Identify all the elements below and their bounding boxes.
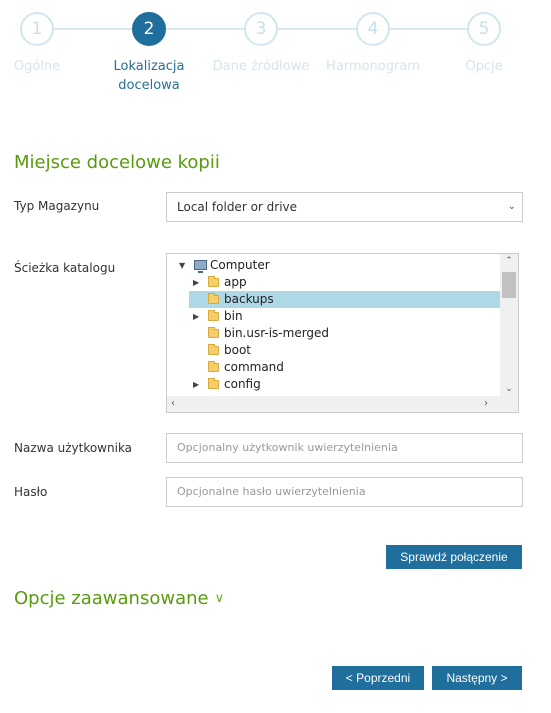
tree-item[interactable]: ▶ config <box>189 376 500 393</box>
step-label: Harmonogram <box>326 59 420 74</box>
step-label: Opcje <box>465 59 503 74</box>
step-number: 1 <box>20 12 54 46</box>
advanced-options-toggle[interactable]: Opcje zaawansowane ∨ <box>14 588 224 609</box>
section-title: Miejsce docelowe kopii <box>14 152 220 173</box>
username-input[interactable]: Opcjonalny użytkownik uwierzytelnienia <box>166 433 523 463</box>
tree-item-label: boot <box>224 343 252 357</box>
tree-item-label: command <box>224 360 284 374</box>
tree-item[interactable]: command <box>189 359 500 376</box>
collapsed-arrow-icon[interactable]: ▶ <box>193 274 199 291</box>
step-number: 3 <box>244 12 278 46</box>
vertical-scrollbar[interactable]: ⌃ ⌄ <box>500 254 518 396</box>
tree-item-label: bin <box>224 309 243 323</box>
password-placeholder: Opcjonalne hasło uwierzytelnienia <box>177 485 366 498</box>
storage-type-value: Local folder or drive <box>177 200 298 214</box>
tree-content: ▼ Computer ▶ app backups ▶ bin bin.usr-i… <box>167 254 500 396</box>
directory-tree[interactable]: ▼ Computer ▶ app backups ▶ bin bin.usr-i… <box>166 253 519 413</box>
scroll-up-icon[interactable]: ⌃ <box>500 256 518 266</box>
wizard-stepper: 1 Ogólne 2 Lokalizacja docelowa 3 Dane ź… <box>0 0 551 110</box>
tree-item[interactable]: ▶ app <box>189 274 500 291</box>
tree-item[interactable]: boot <box>189 342 500 359</box>
next-button[interactable]: Następny > <box>432 666 522 690</box>
password-label: Hasło <box>14 485 48 499</box>
folder-icon <box>208 310 219 321</box>
scrollbar-corner <box>500 396 518 412</box>
folder-icon <box>208 293 219 304</box>
folder-icon <box>208 361 219 372</box>
username-placeholder: Opcjonalny użytkownik uwierzytelnienia <box>177 441 398 454</box>
folder-icon <box>208 344 219 355</box>
computer-icon <box>194 260 207 273</box>
tree-item[interactable]: bin.usr-is-merged <box>189 325 500 342</box>
tree-item-selected[interactable]: backups <box>189 291 500 308</box>
step-schedule[interactable]: 4 Harmonogram <box>318 12 428 76</box>
folder-icon <box>208 276 219 287</box>
tree-item-label: bin.usr-is-merged <box>224 326 330 340</box>
scrollbar-thumb[interactable] <box>502 272 516 298</box>
test-connection-button[interactable]: Sprawdź połączenie <box>386 545 522 569</box>
advanced-options-label: Opcje zaawansowane <box>14 588 209 609</box>
previous-button[interactable]: < Poprzedni <box>332 666 424 690</box>
scroll-down-icon[interactable]: ⌄ <box>500 384 518 394</box>
step-source-data[interactable]: 3 Dane źródłowe <box>206 12 316 76</box>
step-general[interactable]: 1 Ogólne <box>0 12 92 76</box>
scroll-left-icon[interactable]: ‹ <box>171 396 175 412</box>
horizontal-scrollbar[interactable]: ‹ › <box>167 396 500 412</box>
step-destination[interactable]: 2 Lokalizacja docelowa <box>94 12 204 95</box>
storage-type-select[interactable]: Local folder or drive ⌄ <box>166 192 523 222</box>
collapsed-arrow-icon[interactable]: ▶ <box>193 376 199 393</box>
tree-root-label: Computer <box>210 258 270 272</box>
step-number: 2 <box>132 12 166 46</box>
folder-icon <box>208 378 219 389</box>
chevron-down-icon: ⌄ <box>507 201 516 212</box>
tree-item[interactable]: ▶ bin <box>189 308 500 325</box>
step-number: 5 <box>467 12 501 46</box>
step-label: Dane źródłowe <box>212 59 310 74</box>
tree-item-label: app <box>224 275 247 289</box>
expanded-arrow-icon[interactable]: ▼ <box>179 257 185 274</box>
tree-root[interactable]: ▼ Computer <box>167 257 500 274</box>
chevron-down-icon: ∨ <box>214 591 225 606</box>
scroll-right-icon[interactable]: › <box>484 396 488 412</box>
step-label: Lokalizacja docelowa <box>113 59 185 93</box>
password-input[interactable]: Opcjonalne hasło uwierzytelnienia <box>166 477 523 507</box>
username-label: Nazwa użytkownika <box>14 441 133 455</box>
step-number: 4 <box>356 12 390 46</box>
directory-path-label: Ścieżka katalogu <box>14 261 116 275</box>
collapsed-arrow-icon[interactable]: ▶ <box>193 308 199 325</box>
step-label: Ogólne <box>13 59 61 74</box>
step-options[interactable]: 5 Opcje <box>429 12 539 76</box>
tree-item-label: config <box>224 377 261 391</box>
storage-type-label: Typ Magazynu <box>14 199 100 213</box>
folder-icon <box>208 327 219 338</box>
tree-item-label: backups <box>224 292 274 306</box>
